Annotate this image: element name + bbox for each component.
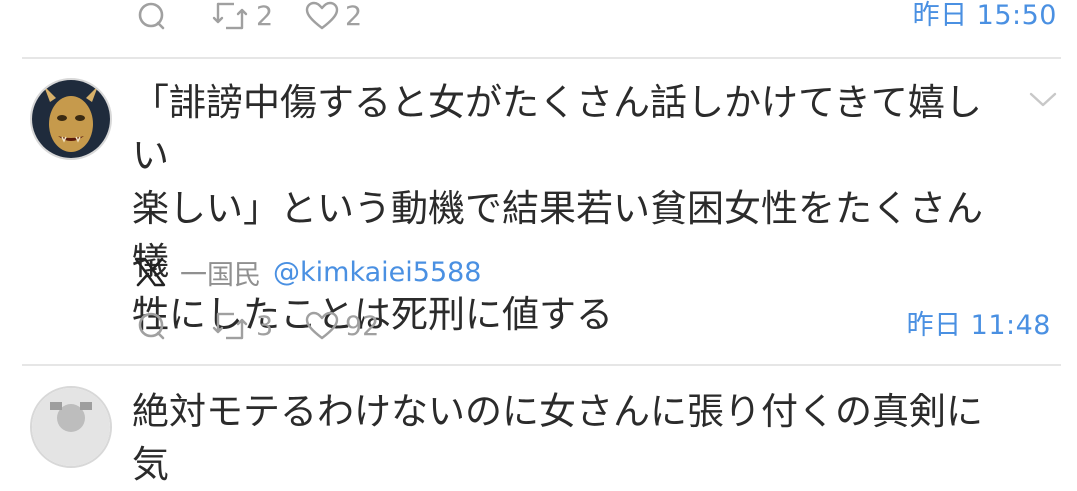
retweet-button[interactable]: 2 — [212, 0, 273, 36]
tweet-timestamp[interactable]: 昨日 15:50 — [913, 0, 1057, 36]
source-row[interactable]: 一国民 @kimkaiei5588 — [134, 252, 481, 292]
hannya-mask-icon — [32, 80, 110, 158]
source-name: 一国民 — [180, 259, 261, 291]
tweet-timestamp[interactable]: 昨日 11:48 — [907, 306, 1051, 346]
retweet-count: 2 — [256, 0, 274, 32]
avatar[interactable] — [30, 386, 112, 468]
x-logo-icon — [134, 257, 166, 287]
tweet-actions: 2 2 昨日 15:50 — [0, 0, 1077, 36]
like-count: 92 — [345, 310, 380, 342]
reply-icon — [138, 312, 165, 340]
tweet-text: 絶対モテるわけないのに女さんに張り付くの真剣に気 — [132, 390, 983, 486]
chevron-down-icon[interactable] — [1028, 90, 1058, 110]
retweet-button[interactable]: 3 — [212, 306, 273, 346]
tweet-text: 「誹謗中傷すると女がたくさん話しかけてきて嬉しい 楽しい」という動機で結果若い貧… — [132, 81, 983, 336]
like-button[interactable]: 92 — [305, 306, 379, 346]
retweet-icon — [212, 312, 248, 340]
reply-button[interactable] — [136, 0, 168, 36]
heart-icon — [305, 1, 339, 30]
like-button[interactable]: 2 — [305, 0, 362, 36]
reply-icon — [138, 2, 165, 30]
retweet-icon — [212, 2, 248, 30]
divider — [22, 57, 1061, 59]
reply-button[interactable] — [136, 306, 168, 346]
source-handle[interactable]: @kimkaiei5588 — [273, 257, 481, 288]
avatar[interactable] — [30, 78, 112, 160]
avatar-image — [32, 388, 110, 466]
tweet-actions: 3 92 昨日 11:48 — [0, 306, 1077, 346]
heart-icon — [305, 311, 339, 340]
like-count: 2 — [345, 0, 363, 32]
divider — [22, 364, 1061, 366]
retweet-count: 3 — [256, 310, 274, 342]
